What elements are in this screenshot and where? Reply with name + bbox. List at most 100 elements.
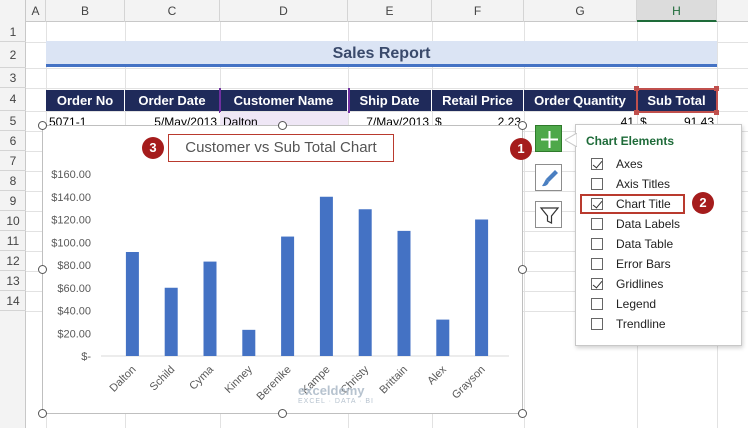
x-tick-label: Alex [425, 363, 449, 387]
row-header[interactable]: 3 [0, 68, 26, 88]
header-cell-retail-price[interactable]: Retail Price [432, 90, 524, 111]
option-error-bars[interactable]: Error Bars [591, 254, 671, 274]
option-gridlines[interactable]: Gridlines [591, 274, 663, 294]
chart-filters-button[interactable] [535, 201, 562, 228]
checkbox-axes[interactable] [591, 158, 603, 170]
bar-alex[interactable] [436, 319, 450, 356]
row-header[interactable]: 1 [0, 22, 26, 42]
chart-title[interactable]: Customer vs Sub Total Chart [168, 134, 394, 162]
selection-handle[interactable] [634, 86, 639, 91]
bar-christy[interactable] [358, 209, 372, 356]
column-header-a[interactable]: A [26, 0, 46, 22]
header-cell-ship-date[interactable]: Ship Date [348, 90, 432, 111]
y-tick-label: $20.00 [57, 328, 91, 340]
row-header[interactable]: 7 [0, 151, 26, 171]
x-tick-label: Berenike [255, 364, 294, 403]
row-header[interactable]: 8 [0, 171, 26, 191]
selection-handle[interactable] [714, 86, 719, 91]
header-cell-order-no[interactable]: Order No [46, 90, 125, 111]
bar-kampe[interactable] [319, 196, 333, 356]
checkbox-error-bars[interactable] [591, 258, 603, 270]
step-badge-1: 1 [510, 138, 532, 160]
bar-grayson[interactable] [475, 219, 489, 357]
column-header-b[interactable]: B [46, 0, 125, 22]
row-header[interactable]: 12 [0, 251, 26, 271]
option-label: Chart Title [616, 197, 671, 211]
column-header-f[interactable]: F [432, 0, 524, 22]
column-header-d[interactable]: D [220, 0, 348, 22]
checkbox-data-table[interactable] [591, 238, 603, 250]
row-header[interactable]: 10 [0, 211, 26, 231]
row-header[interactable]: 5 [0, 111, 26, 131]
x-tick-label: Dalton [108, 364, 139, 395]
chart-elements-button[interactable] [535, 125, 562, 152]
resize-handle[interactable] [518, 265, 527, 274]
bar-cyma[interactable] [203, 261, 217, 356]
brush-icon [542, 170, 558, 187]
gridline [26, 68, 748, 69]
y-tick-label: $120.00 [51, 215, 91, 227]
bar-kinney[interactable] [242, 329, 256, 356]
watermark-name: exceldemy [298, 383, 365, 398]
selection-border [636, 88, 718, 113]
bar-brittain[interactable] [397, 230, 411, 356]
resize-handle[interactable] [278, 409, 287, 418]
column-header-h[interactable]: H [637, 0, 717, 22]
resize-handle[interactable] [38, 409, 47, 418]
select-all-corner[interactable] [0, 0, 26, 22]
option-label: Gridlines [616, 277, 664, 291]
column-header-bar: A B C D E F G H [0, 0, 748, 22]
column-header-c[interactable]: C [125, 0, 220, 22]
range-marker [348, 88, 350, 113]
checkbox-chart-title[interactable] [591, 198, 603, 210]
row-header[interactable]: 9 [0, 191, 26, 211]
watermark-logo: exceldemy EXCEL · DATA · BI [298, 383, 374, 405]
step-badge-2: 2 [692, 192, 714, 214]
resize-handle[interactable] [38, 265, 47, 274]
header-cell-order-quantity[interactable]: Order Quantity [524, 90, 637, 111]
row-header[interactable]: 2 [0, 42, 26, 68]
option-trendline[interactable]: Trendline [591, 314, 666, 334]
row-header[interactable]: 4 [0, 88, 26, 111]
chart-area[interactable]: $- $20.00 $40.00 $60.00 $80.00 $100.00 $120.00… [42, 125, 523, 414]
option-label: Error Bars [616, 257, 671, 271]
checkbox-axis-titles[interactable] [591, 178, 603, 190]
option-axis-titles[interactable]: Axis Titles [591, 174, 670, 194]
row-header-bar: 1 2 3 4 5 6 7 8 9 10 11 12 13 14 [0, 22, 26, 428]
row-header[interactable]: 6 [0, 131, 26, 151]
option-axes[interactable]: Axes [591, 154, 643, 174]
option-data-table[interactable]: Data Table [591, 234, 673, 254]
watermark-tagline: EXCEL · DATA · BI [298, 398, 374, 405]
checkbox-legend[interactable] [591, 298, 603, 310]
row-header[interactable]: 11 [0, 231, 26, 251]
report-title[interactable]: Sales Report [46, 41, 717, 67]
x-tick-label: Brittain [377, 364, 410, 397]
x-tick-label: Kinney [223, 363, 256, 396]
bar-schild[interactable] [164, 287, 178, 356]
y-tick-label: $80.00 [57, 260, 91, 272]
column-header-e[interactable]: E [348, 0, 432, 22]
row-header[interactable]: 14 [0, 291, 26, 311]
option-label: Axis Titles [616, 177, 671, 191]
column-header-g[interactable]: G [524, 0, 637, 22]
option-legend[interactable]: Legend [591, 294, 656, 314]
gridline [524, 22, 525, 428]
checkbox-gridlines[interactable] [591, 278, 603, 290]
bar-berenike[interactable] [281, 236, 295, 356]
bar-dalton[interactable] [125, 251, 139, 356]
resize-handle[interactable] [38, 121, 47, 130]
resize-handle[interactable] [518, 121, 527, 130]
checkbox-trendline[interactable] [591, 318, 603, 330]
option-label: Axes [616, 157, 643, 171]
resize-handle[interactable] [278, 121, 287, 130]
y-tick-label: $60.00 [57, 283, 91, 295]
y-tick-label: $100.00 [51, 237, 91, 249]
header-cell-customer-name[interactable]: Customer Name [220, 90, 348, 111]
option-chart-title[interactable]: Chart Title [580, 194, 685, 214]
chart-styles-button[interactable] [535, 164, 562, 191]
resize-handle[interactable] [518, 409, 527, 418]
option-data-labels[interactable]: Data Labels [591, 214, 680, 234]
header-cell-order-date[interactable]: Order Date [125, 90, 220, 111]
row-header[interactable]: 13 [0, 271, 26, 291]
checkbox-data-labels[interactable] [591, 218, 603, 230]
